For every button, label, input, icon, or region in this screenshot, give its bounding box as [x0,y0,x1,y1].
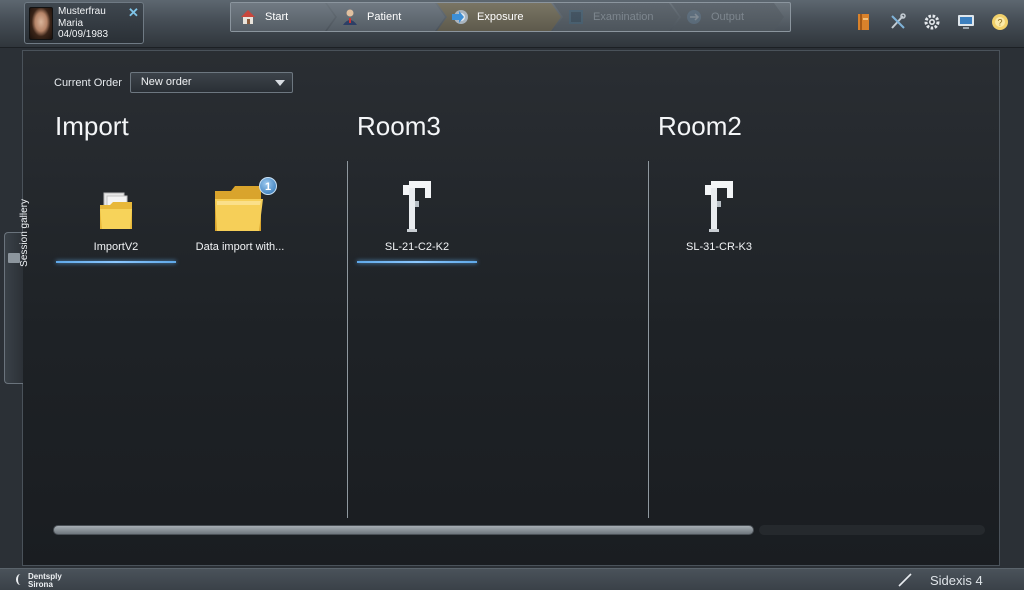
workflow-step-label: Start [265,11,289,23]
patient-info: Musterfrau Maria 04/09/1983 [58,6,108,41]
workflow-step-patient[interactable]: Patient [327,3,445,31]
chevron-down-icon [274,80,285,86]
group-divider [347,161,348,518]
group-title-room3: Room3 [357,111,441,141]
device-label: ImportV2 [93,241,139,253]
group-divider [648,161,649,518]
patient-birth-date: 04/09/1983 [58,29,109,40]
workflow-step-label: Examination [593,11,654,23]
pen-icon[interactable] [898,573,912,587]
brand-text: Dentsply Sirona [28,573,62,589]
device-sl-31-cr-k3[interactable]: SL-31-CR-K3 [659,175,779,263]
workflow-step-exposure[interactable]: Exposure [437,3,561,31]
current-order-value: New order [140,76,192,88]
device-data-import[interactable]: 1 Data import with... [180,175,300,263]
exposure-icon [451,8,469,26]
workflow-step-start[interactable]: Start [231,3,335,31]
monitor-icon[interactable] [956,12,976,32]
product-name: Sidexis 4 [930,573,983,588]
workflow-bar: Start Patient Exposure Examination Outpu… [230,2,791,32]
book-icon[interactable] [854,12,874,32]
current-order-label: Current Order [54,76,122,89]
dentsply-sirona-logo [16,574,25,585]
patient-card[interactable]: Musterfrau Maria 04/09/1983 ✕ [24,2,144,44]
xray-device-icon [701,175,737,233]
top-bar: Musterfrau Maria 04/09/1983 ✕ Start Pati… [0,0,1024,48]
gear-icon[interactable] [922,12,942,32]
exposure-panel: Current Order New order Import ImportV2 [22,50,1000,566]
folder-icon [96,175,136,233]
house-icon [239,8,257,26]
session-gallery-tab[interactable]: Session gallery [4,199,30,384]
brand-line-2: Sirona [28,580,53,589]
group-title-import: Import [55,111,129,141]
session-gallery-label: Session gallery [19,199,30,267]
help-icon[interactable]: ? [990,12,1010,32]
device-sl-21-c2-k2[interactable]: SL-21-C2-K2 [357,175,477,263]
device-label: SL-21-C2-K2 [384,241,450,253]
person-icon [341,8,359,26]
workflow-step-label: Output [711,11,745,23]
close-x-icon[interactable]: ✕ [127,6,140,19]
examination-icon [567,8,585,26]
output-icon [685,8,703,26]
patient-first-name: Maria [58,17,84,29]
footer-bar: Dentsply Sirona Sidexis 4 [0,568,1024,590]
svg-text:?: ? [997,18,1002,28]
workflow-step-examination[interactable]: Examination [553,3,679,31]
device-label: SL-31-CR-K3 [685,241,753,253]
xray-device-icon [399,175,435,233]
horizontal-scrollbar-thumb[interactable] [53,525,754,535]
device-importv2[interactable]: ImportV2 [56,175,176,263]
horizontal-scrollbar-track[interactable] [759,525,985,535]
current-order-select[interactable]: New order [129,72,293,93]
group-title-room2: Room2 [658,111,742,141]
notification-badge: 1 [259,177,277,195]
patient-last-name: Musterfrau [58,6,106,17]
workflow-step-label: Exposure [477,11,524,23]
device-label: Data import with... [195,241,285,253]
current-order-row: Current Order New order [54,72,293,93]
toolbar: ? [854,12,1010,32]
workflow-step-output[interactable]: Output [671,3,784,31]
tools-icon[interactable] [888,12,908,32]
workflow-step-label: Patient [367,11,402,23]
patient-avatar [29,7,53,40]
